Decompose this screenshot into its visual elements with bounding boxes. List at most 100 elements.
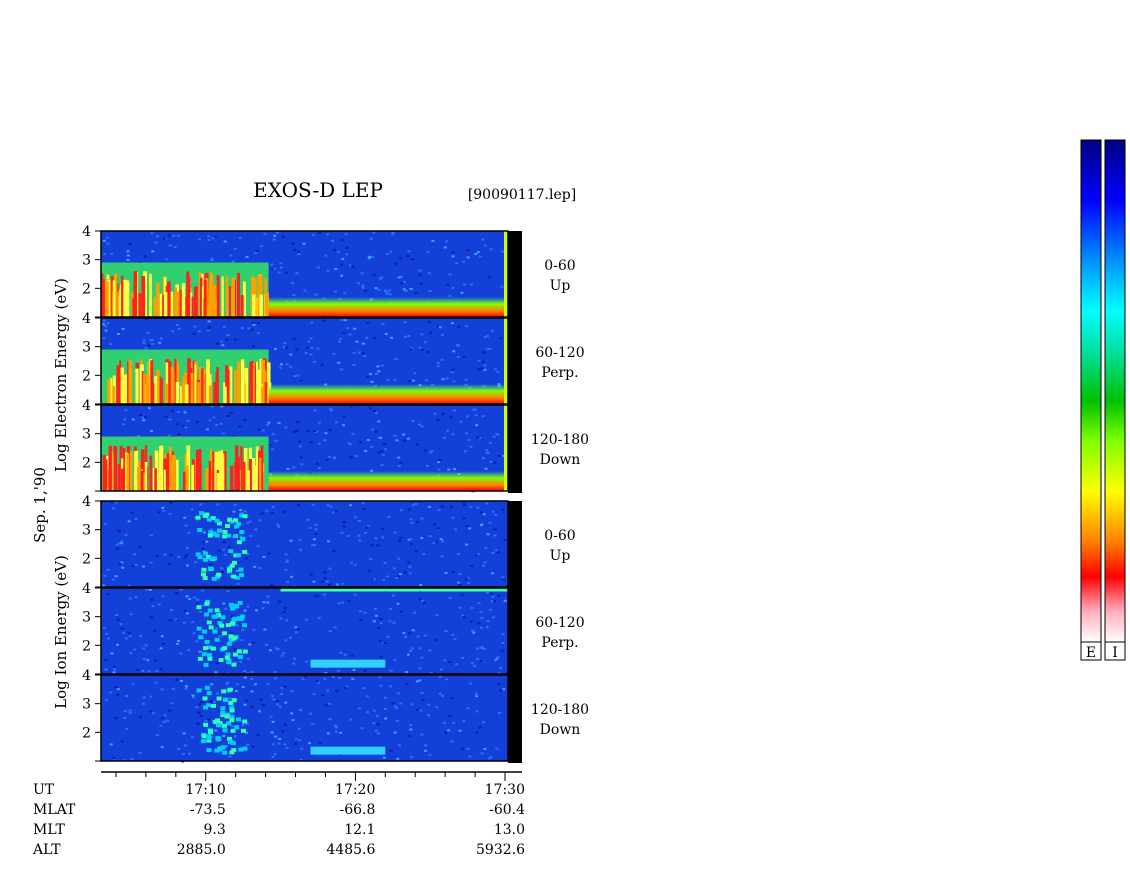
noise-speck	[455, 663, 458, 666]
noise-speck	[114, 686, 118, 689]
noise-speck	[144, 255, 147, 258]
noise-speck	[444, 629, 448, 632]
burst-streak	[176, 459, 179, 491]
noise-speck	[300, 463, 304, 466]
noise-speck	[317, 421, 321, 424]
noise-speck	[109, 343, 112, 346]
burst-streak	[230, 465, 234, 491]
noise-speck	[418, 269, 422, 272]
noise-speck	[404, 635, 408, 638]
noise-speck	[421, 698, 425, 701]
ion-feature	[216, 696, 222, 701]
noise-speck	[357, 351, 361, 354]
noise-speck	[239, 660, 243, 663]
noise-speck	[427, 505, 431, 508]
noise-speck	[441, 694, 445, 697]
noise-speck	[141, 565, 145, 568]
noise-speck	[292, 466, 296, 469]
noise-speck	[403, 571, 407, 574]
noise-speck	[361, 501, 365, 504]
noise-speck	[187, 649, 191, 652]
noise-speck	[465, 415, 469, 418]
noise-speck	[454, 528, 458, 531]
noise-speck	[167, 434, 171, 437]
colorbar-label: E	[1086, 645, 1096, 661]
noise-speck	[493, 528, 497, 531]
noise-speck	[185, 685, 188, 688]
noise-speck	[395, 707, 399, 710]
noise-speck	[114, 717, 118, 720]
noise-speck	[431, 240, 435, 242]
ion-feature	[222, 646, 228, 651]
noise-speck	[134, 518, 138, 521]
noise-speck	[404, 290, 408, 292]
noise-speck	[399, 461, 403, 464]
ion-feature	[206, 703, 212, 708]
noise-speck	[486, 533, 490, 536]
ion-feature	[230, 606, 236, 611]
noise-speck	[210, 405, 214, 408]
noise-speck	[257, 322, 260, 324]
ion-feature	[242, 623, 247, 628]
noise-speck	[402, 632, 406, 635]
noise-speck	[499, 689, 503, 692]
noise-speck	[389, 669, 393, 672]
noise-speck	[357, 520, 361, 522]
noise-speck	[441, 540, 444, 543]
ion-feature	[229, 708, 235, 713]
noise-speck	[474, 252, 478, 255]
noise-speck	[365, 695, 369, 698]
noise-speck	[429, 451, 433, 454]
noise-speck	[502, 688, 506, 691]
noise-speck	[483, 244, 487, 247]
noise-speck	[427, 321, 431, 324]
noise-speck	[350, 561, 353, 564]
noise-speck	[353, 593, 357, 596]
noise-speck	[480, 660, 483, 663]
noise-speck	[393, 731, 397, 734]
noise-speck	[273, 267, 277, 270]
noise-speck	[503, 539, 507, 542]
y-tick-label: 3	[82, 697, 91, 713]
noise-speck	[399, 257, 402, 260]
colorbar-e	[1080, 139, 1102, 643]
noise-speck	[149, 534, 153, 537]
noise-speck	[276, 703, 280, 706]
noise-speck	[409, 287, 413, 290]
noise-speck	[372, 273, 376, 276]
noise-speck	[207, 238, 211, 241]
noise-speck	[216, 692, 219, 695]
burst-streak	[116, 365, 120, 404]
noise-speck	[445, 678, 448, 681]
ion-feature	[217, 747, 223, 752]
y-tick-label: 2	[82, 281, 91, 297]
noise-speck	[473, 408, 477, 411]
noise-speck	[354, 516, 358, 519]
footer-row-label: UT	[33, 782, 55, 798]
burst-streak	[126, 280, 130, 317]
ion-feature	[216, 723, 221, 728]
noise-speck	[210, 257, 214, 260]
noise-speck	[317, 617, 321, 619]
noise-speck	[451, 368, 455, 371]
noise-speck	[372, 722, 376, 724]
noise-speck	[328, 583, 331, 586]
footer-value: 5932.6	[476, 842, 525, 858]
noise-speck	[243, 676, 247, 679]
noise-speck	[482, 513, 486, 516]
noise-speck	[228, 697, 232, 700]
noise-speck	[267, 552, 271, 555]
noise-speck	[386, 575, 390, 578]
burst-streak	[234, 462, 238, 491]
noise-speck	[436, 361, 440, 364]
ion-feature	[202, 557, 208, 562]
noise-speck	[362, 508, 366, 510]
noise-speck	[226, 415, 230, 417]
noise-speck	[481, 238, 485, 241]
noise-speck	[163, 714, 167, 717]
noise-speck	[289, 365, 292, 368]
noise-speck	[191, 736, 194, 739]
noise-speck	[317, 681, 321, 684]
noise-speck	[369, 237, 373, 240]
noise-speck	[349, 504, 353, 507]
